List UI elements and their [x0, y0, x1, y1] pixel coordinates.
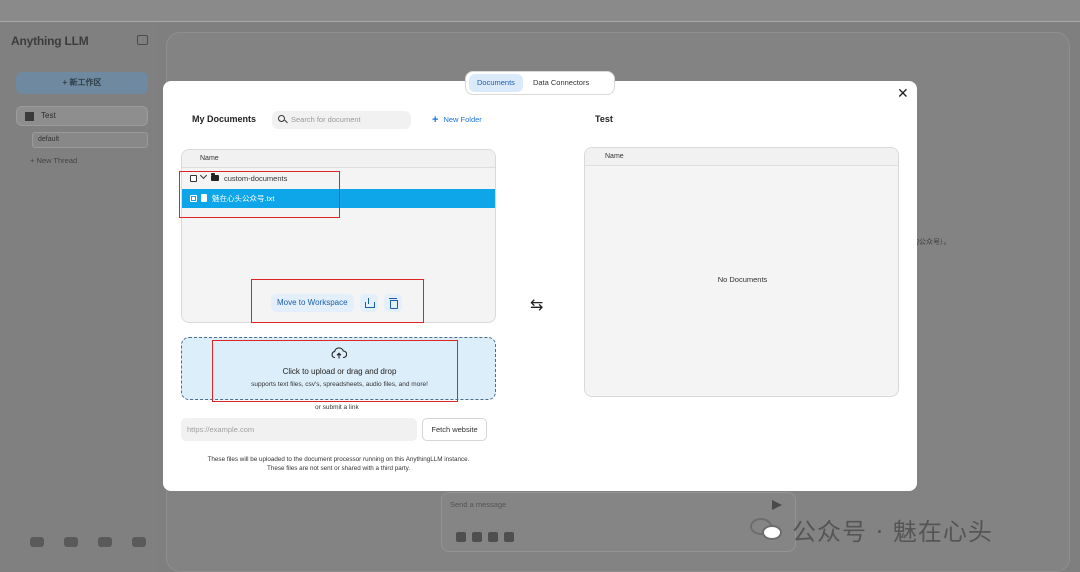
- top-bar: [0, 0, 1080, 22]
- upload-note: These files will be uploaded to the docu…: [181, 455, 496, 473]
- url-input[interactable]: https://example.com: [181, 418, 417, 441]
- or-submit-link-label: or submit a link: [315, 404, 359, 411]
- send-icon[interactable]: [772, 500, 782, 510]
- footer-icon-1[interactable]: [30, 537, 44, 547]
- upload-note-line-1: These files will be uploaded to the docu…: [207, 456, 470, 463]
- workspace-name: Test: [41, 111, 56, 120]
- watermark-text: 公众号 · 魅在心头: [792, 517, 993, 546]
- highlight-box-dropzone: [212, 340, 458, 402]
- footer-icon-3[interactable]: [98, 537, 112, 547]
- upload-note-line-2: These files are not sent or shared with …: [266, 465, 411, 472]
- column-header-name: Name: [182, 150, 495, 168]
- at-agent-icon[interactable]: [488, 532, 498, 542]
- new-folder-label: New Folder: [443, 115, 482, 124]
- tab-data-connectors[interactable]: Data Connectors: [525, 74, 597, 92]
- swap-arrows-icon: ⇆: [530, 295, 544, 314]
- new-thread-button[interactable]: + New Thread: [30, 156, 77, 165]
- workspace-documents-panel: Name No Documents: [584, 147, 899, 397]
- plus-icon: +: [432, 114, 439, 126]
- settings-wrench-icon[interactable]: [132, 537, 146, 547]
- new-folder-button[interactable]: + New Folder: [432, 114, 482, 126]
- workspace-documents-title: Test: [595, 114, 613, 124]
- sidebar-toggle-icon[interactable]: [137, 35, 148, 45]
- search-icon: [278, 115, 285, 122]
- chat-tools: [456, 532, 514, 542]
- search-input[interactable]: Search for document: [272, 111, 411, 129]
- app-logo: Anything LLM: [11, 34, 89, 48]
- close-icon[interactable]: ✕: [897, 86, 909, 102]
- sidebar: Anything LLM + 新工作区 Test default + New T…: [0, 22, 158, 572]
- chat-input-placeholder: Send a message: [450, 500, 507, 509]
- highlight-box-file-tree: [179, 171, 340, 218]
- my-documents-title: My Documents: [192, 114, 257, 124]
- text-size-icon[interactable]: [504, 532, 514, 542]
- fetch-website-button[interactable]: Fetch website: [422, 418, 487, 441]
- slash-command-icon[interactable]: [472, 532, 482, 542]
- thread-item[interactable]: default: [32, 132, 148, 148]
- footer-icon-2[interactable]: [64, 537, 78, 547]
- workspace-grid-icon: [25, 112, 34, 121]
- sidebar-item-workspace[interactable]: Test: [16, 106, 148, 126]
- watermark: 公众号 · 魅在心头: [750, 510, 993, 548]
- modal-tabs: Documents Data Connectors: [465, 71, 615, 95]
- sidebar-footer: [30, 537, 146, 547]
- attach-icon[interactable]: [456, 532, 466, 542]
- new-workspace-button[interactable]: + 新工作区: [16, 72, 148, 94]
- empty-state-text: No Documents: [717, 275, 768, 284]
- column-header-name-right: Name: [585, 148, 898, 166]
- tab-documents[interactable]: Documents: [469, 74, 523, 92]
- background-chat-text: 的公众号）。: [912, 239, 951, 246]
- wechat-logo-icon: [750, 516, 784, 542]
- search-placeholder: Search for document: [291, 115, 361, 124]
- highlight-box-actions: [251, 279, 424, 323]
